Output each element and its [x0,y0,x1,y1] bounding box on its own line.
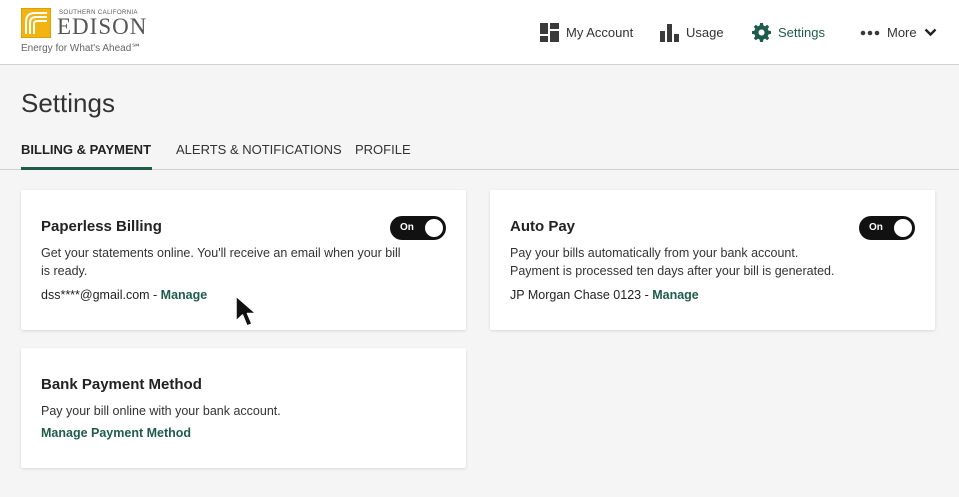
dashboard-icon [540,23,559,42]
auto-pay-account: JP Morgan Chase 0123 [510,288,642,302]
nav-settings-label: Settings [778,25,825,40]
nav-usage-label: Usage [686,25,724,40]
nav-more[interactable]: More [860,0,937,65]
paperless-billing-title: Paperless Billing [41,218,162,235]
toggle-knob [894,219,912,237]
toggle-label: On [400,222,414,233]
sun-logo-icon [21,8,51,38]
page-title: Settings [21,88,115,118]
toggle-knob [425,219,443,237]
auto-pay-description-line2: Payment is processed ten days after your… [510,264,835,278]
bank-payment-link-row: Manage Payment Method [41,426,191,440]
separator: - [149,288,161,302]
bank-payment-method-card: Bank Payment Method Pay your bill online… [21,348,466,468]
tab-alerts-notifications[interactable]: ALERTS & NOTIFICATIONS [176,138,342,170]
separator: - [641,288,653,302]
nav-settings[interactable]: Settings [752,0,825,65]
auto-pay-title: Auto Pay [510,218,576,235]
paperless-billing-toggle[interactable]: On [390,216,446,240]
auto-pay-account-row: JP Morgan Chase 0123 - Manage [510,288,699,302]
auto-pay-manage-link[interactable]: Manage [652,288,699,302]
edison-logo[interactable]: SOUTHERN CALIFORNIA EDISON Energy for Wh… [21,8,171,58]
logo-tagline: Energy for What's Ahead℠ [21,43,142,54]
bar-chart-icon [660,24,679,42]
auto-pay-card: Auto Pay On Pay your bills automatically… [490,190,935,330]
bank-payment-method-title: Bank Payment Method [41,376,202,393]
auto-pay-description: Pay your bills automatically from your b… [510,244,920,280]
nav-more-label: More [887,25,917,40]
tab-profile[interactable]: PROFILE [355,138,411,170]
nav-usage[interactable]: Usage [660,0,724,65]
nav-my-account[interactable]: My Account [540,0,633,65]
mouse-pointer-icon [235,295,257,327]
manage-payment-method-link[interactable]: Manage Payment Method [41,426,191,440]
paperless-billing-description: Get your statements online. You'll recei… [41,246,401,278]
ellipsis-icon [860,30,880,35]
bank-payment-method-description: Pay your bill online with your bank acco… [41,404,281,418]
toggle-label: On [869,222,883,233]
auto-pay-toggle[interactable]: On [859,216,915,240]
chevron-down-icon [924,28,936,37]
logo-name-text: EDISON [57,14,148,39]
top-navigation-bar: SOUTHERN CALIFORNIA EDISON Energy for Wh… [0,0,959,65]
auto-pay-description-line1: Pay your bills automatically from your b… [510,246,799,260]
settings-tabs: BILLING & PAYMENT ALERTS & NOTIFICATIONS… [0,138,959,170]
tab-billing-payment[interactable]: BILLING & PAYMENT [21,138,152,170]
paperless-email: dss****@gmail.com [41,288,150,302]
paperless-manage-link[interactable]: Manage [161,288,208,302]
paperless-email-row: dss****@gmail.com - Manage [41,288,207,302]
nav-my-account-label: My Account [566,25,634,40]
gear-icon [752,23,771,42]
